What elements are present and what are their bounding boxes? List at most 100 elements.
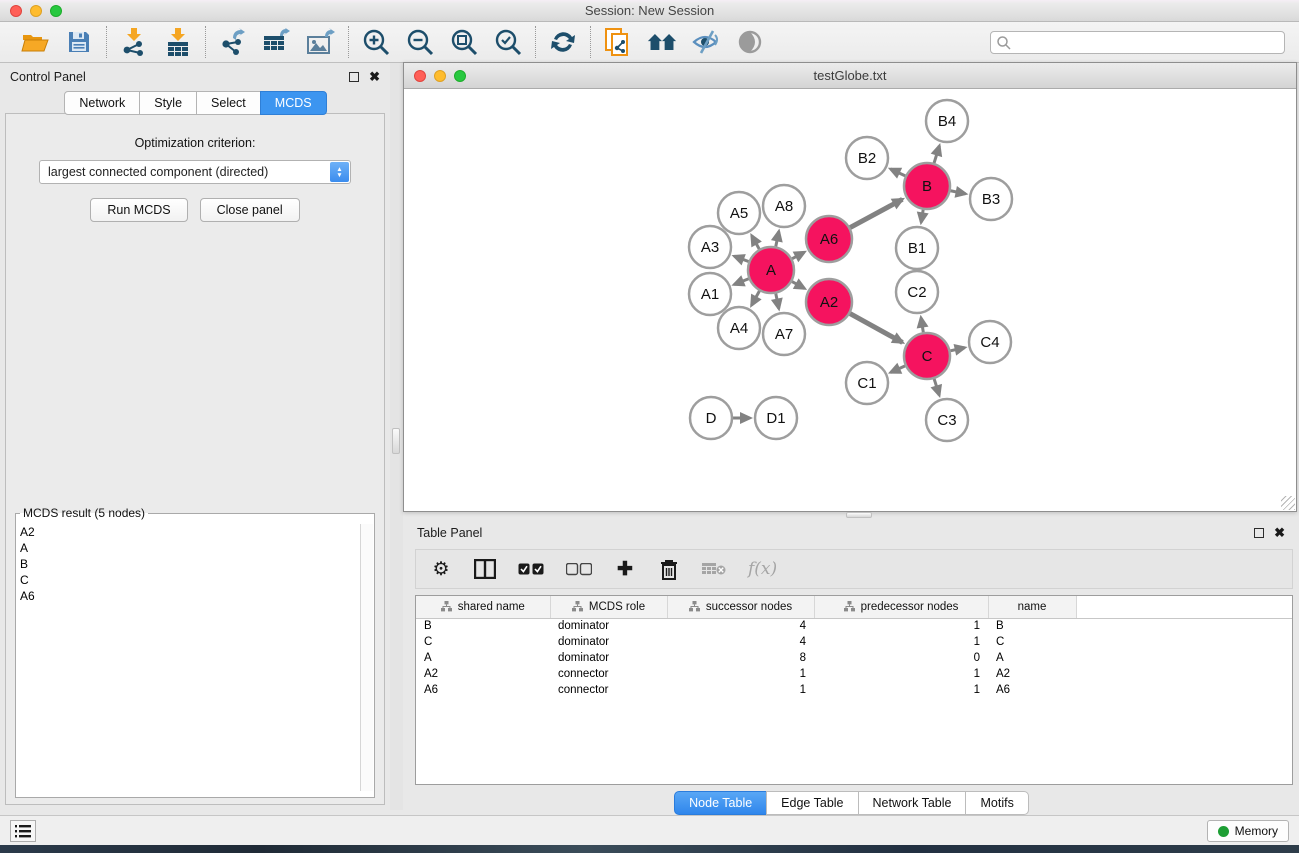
cell-predecessor_nodes[interactable]: 1 bbox=[814, 666, 988, 682]
graph-node-D[interactable]: D bbox=[690, 397, 732, 439]
graph-node-B2[interactable]: B2 bbox=[846, 137, 888, 179]
memory-button[interactable]: Memory bbox=[1207, 820, 1289, 842]
network-canvas[interactable]: B4B2BB3A5A8A6B1A3AA1C2A2A4A7C4CC1C3DD1 bbox=[404, 89, 1296, 511]
cell-name[interactable]: C bbox=[988, 634, 1076, 650]
cell-shared_name[interactable]: A6 bbox=[416, 682, 550, 698]
cell-mcds_role[interactable]: connector bbox=[550, 666, 667, 682]
show-all-icon[interactable] bbox=[735, 27, 765, 57]
graph-node-A2[interactable]: A2 bbox=[806, 279, 852, 325]
graph-node-A1[interactable]: A1 bbox=[689, 273, 731, 315]
hide-selected-icon[interactable] bbox=[691, 27, 721, 57]
cell-shared_name[interactable]: A bbox=[416, 650, 550, 666]
divider-grip[interactable] bbox=[846, 512, 872, 518]
mcds-result-scrollbar[interactable] bbox=[360, 524, 373, 791]
save-session-icon[interactable] bbox=[64, 27, 94, 57]
table-row[interactable]: A6connector11A6 bbox=[416, 682, 1292, 698]
graph-node-A3[interactable]: A3 bbox=[689, 226, 731, 268]
edge-A-A4[interactable] bbox=[752, 291, 760, 305]
table-row[interactable]: Cdominator41C bbox=[416, 634, 1292, 650]
graph-node-B4[interactable]: B4 bbox=[926, 100, 968, 142]
search-input[interactable] bbox=[990, 31, 1285, 54]
edge-B-B2[interactable] bbox=[891, 169, 906, 176]
graph-node-B3[interactable]: B3 bbox=[970, 178, 1012, 220]
panel-horizontal-divider[interactable] bbox=[403, 512, 1299, 519]
edge-A6-B[interactable] bbox=[850, 199, 902, 227]
column-header-predecessor-nodes[interactable]: predecessor nodes bbox=[814, 596, 988, 618]
tab-network-table[interactable]: Network Table bbox=[858, 791, 967, 815]
first-neighbors-icon[interactable] bbox=[647, 27, 677, 57]
edge-A-A5[interactable] bbox=[752, 236, 760, 249]
cell-name[interactable]: B bbox=[988, 618, 1076, 634]
cell-name[interactable]: A6 bbox=[988, 682, 1076, 698]
add-column-icon[interactable]: ✚ bbox=[614, 557, 636, 581]
mcds-result-item[interactable]: C bbox=[20, 572, 360, 588]
edge-A-A2[interactable] bbox=[792, 282, 804, 289]
edge-C-C4[interactable] bbox=[950, 348, 964, 351]
graph-node-C1[interactable]: C1 bbox=[846, 362, 888, 404]
close-panel-icon[interactable]: ✖ bbox=[1274, 528, 1285, 538]
tab-select[interactable]: Select bbox=[196, 91, 261, 115]
edge-A-A7[interactable] bbox=[776, 294, 779, 309]
zoom-out-icon[interactable] bbox=[405, 27, 435, 57]
delete-column-icon[interactable] bbox=[658, 557, 680, 581]
cell-shared_name[interactable]: B bbox=[416, 618, 550, 634]
export-network-icon[interactable] bbox=[218, 27, 248, 57]
mcds-result-item[interactable]: A6 bbox=[20, 588, 360, 604]
run-mcds-button[interactable]: Run MCDS bbox=[90, 198, 187, 222]
cell-name[interactable]: A2 bbox=[988, 666, 1076, 682]
cell-predecessor_nodes[interactable]: 0 bbox=[814, 650, 988, 666]
column-header-successor-nodes[interactable]: successor nodes bbox=[667, 596, 814, 618]
table-row[interactable]: A2connector11A2 bbox=[416, 666, 1292, 682]
tab-style[interactable]: Style bbox=[139, 91, 197, 115]
edge-B-B3[interactable] bbox=[951, 191, 966, 194]
tab-node-table[interactable]: Node Table bbox=[674, 791, 767, 815]
close-panel-button[interactable]: Close panel bbox=[200, 198, 300, 222]
graph-node-A8[interactable]: A8 bbox=[763, 185, 805, 227]
zoom-selected-icon[interactable] bbox=[493, 27, 523, 57]
split-columns-icon[interactable] bbox=[474, 557, 496, 581]
import-table-icon[interactable] bbox=[163, 27, 193, 57]
graph-node-A[interactable]: A bbox=[748, 247, 794, 293]
edge-A-A3[interactable] bbox=[734, 256, 748, 261]
graph-node-A4[interactable]: A4 bbox=[718, 307, 760, 349]
column-header-shared-name[interactable]: shared name bbox=[416, 596, 550, 618]
zoom-fit-icon[interactable] bbox=[449, 27, 479, 57]
task-history-button[interactable] bbox=[10, 820, 36, 842]
edge-A-A1[interactable] bbox=[734, 279, 748, 285]
edge-B-B4[interactable] bbox=[934, 146, 939, 163]
cell-mcds_role[interactable]: dominator bbox=[550, 650, 667, 666]
tab-edge-table[interactable]: Edge Table bbox=[766, 791, 858, 815]
cell-predecessor_nodes[interactable]: 1 bbox=[814, 618, 988, 634]
criterion-dropdown[interactable]: largest connected component (directed) ▲… bbox=[39, 160, 351, 184]
mcds-result-list[interactable]: A2ABCA6 bbox=[20, 524, 360, 791]
cell-successor_nodes[interactable]: 4 bbox=[667, 618, 814, 634]
graph-node-B1[interactable]: B1 bbox=[896, 227, 938, 269]
graph-node-A7[interactable]: A7 bbox=[763, 313, 805, 355]
zoom-in-icon[interactable] bbox=[361, 27, 391, 57]
float-panel-icon[interactable] bbox=[349, 72, 359, 82]
edge-C-C3[interactable] bbox=[934, 379, 939, 395]
edge-B-B1[interactable] bbox=[921, 210, 923, 223]
table-settings-icon[interactable]: ⚙ bbox=[430, 557, 452, 581]
export-image-icon[interactable] bbox=[306, 27, 336, 57]
mcds-result-item[interactable]: A bbox=[20, 540, 360, 556]
tab-motifs[interactable]: Motifs bbox=[965, 791, 1028, 815]
column-header-name[interactable]: name bbox=[988, 596, 1076, 618]
table-row[interactable]: Bdominator41B bbox=[416, 618, 1292, 634]
cell-shared_name[interactable]: A2 bbox=[416, 666, 550, 682]
cell-predecessor_nodes[interactable]: 1 bbox=[814, 682, 988, 698]
apply-layout-icon[interactable] bbox=[548, 27, 578, 57]
graph-node-A5[interactable]: A5 bbox=[718, 192, 760, 234]
cell-name[interactable]: A bbox=[988, 650, 1076, 666]
cell-mcds_role[interactable]: dominator bbox=[550, 618, 667, 634]
export-table-icon[interactable] bbox=[262, 27, 292, 57]
edge-C-C1[interactable] bbox=[891, 366, 905, 372]
cell-mcds_role[interactable]: connector bbox=[550, 682, 667, 698]
panel-vertical-divider[interactable] bbox=[390, 63, 403, 810]
graph-node-A6[interactable]: A6 bbox=[806, 216, 852, 262]
close-panel-icon[interactable]: ✖ bbox=[369, 72, 380, 82]
cell-successor_nodes[interactable]: 1 bbox=[667, 666, 814, 682]
tab-network[interactable]: Network bbox=[64, 91, 140, 115]
divider-grip[interactable] bbox=[392, 428, 400, 454]
graph-node-B[interactable]: B bbox=[904, 163, 950, 209]
